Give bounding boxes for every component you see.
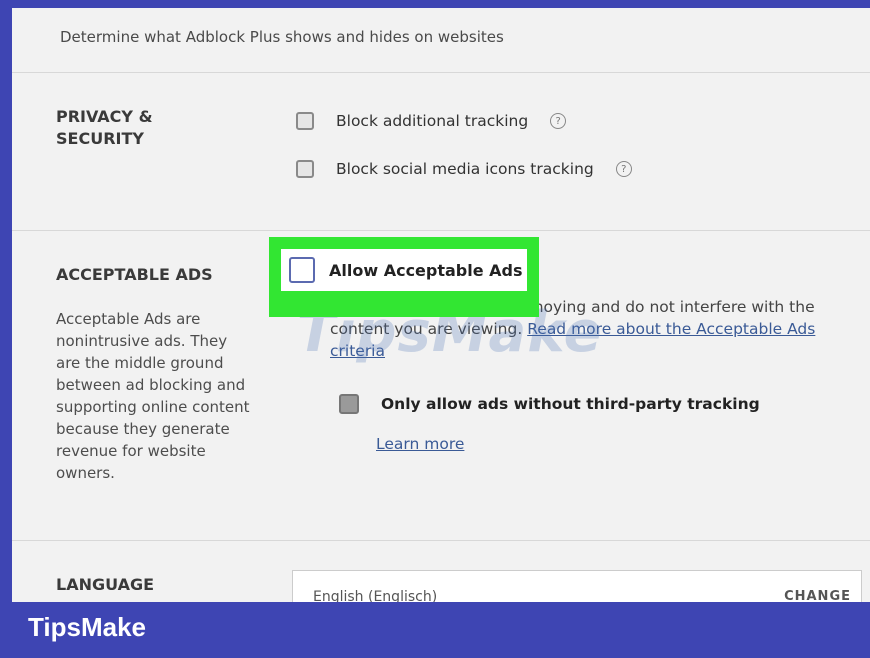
block-social-checkbox[interactable] [296, 160, 314, 178]
acceptable-ads-description: Acceptable Ads are nonintrusive ads. The… [56, 310, 250, 482]
divider [12, 540, 870, 541]
divider [12, 72, 870, 73]
block-social-label: Block social media icons tracking [336, 160, 594, 178]
block-tracking-label: Block additional tracking [336, 112, 529, 130]
divider [12, 230, 870, 231]
highlight-box: Allow Acceptable Ads [269, 237, 539, 317]
language-heading: LANGUAGE [56, 575, 155, 594]
block-tracking-checkbox[interactable] [296, 112, 314, 130]
allow-acceptable-ads-option[interactable]: Allow Acceptable Ads [281, 249, 527, 291]
settings-panel: Determine what Adblock Plus shows and hi… [12, 8, 870, 602]
block-social-option[interactable]: Block social media icons tracking ? [296, 160, 632, 178]
privacy-heading: PRIVACY & SECURITY [56, 107, 153, 148]
allow-acceptable-ads-label: Allow Acceptable Ads [329, 260, 523, 280]
intro-text: Determine what Adblock Plus shows and hi… [60, 28, 504, 46]
help-icon[interactable]: ? [550, 113, 567, 129]
language-value: English (Englisch) [313, 589, 438, 602]
language-selector[interactable]: English (Englisch) CHANGE [292, 570, 862, 602]
help-icon[interactable]: ? [615, 161, 632, 177]
third-party-checkbox[interactable] [339, 394, 359, 414]
third-party-option[interactable]: Only allow ads without third-party track… [339, 394, 760, 414]
block-tracking-option[interactable]: Block additional tracking ? [296, 112, 567, 130]
allow-acceptable-ads-checkbox[interactable] [289, 257, 315, 283]
brand-logo: TipsMake [28, 612, 147, 642]
third-party-label: Only allow ads without third-party track… [381, 395, 760, 413]
change-language-button[interactable]: CHANGE [784, 589, 851, 602]
acceptable-ads-heading: ACCEPTABLE ADS [56, 265, 213, 284]
learn-more-link[interactable]: Learn more [376, 435, 464, 453]
